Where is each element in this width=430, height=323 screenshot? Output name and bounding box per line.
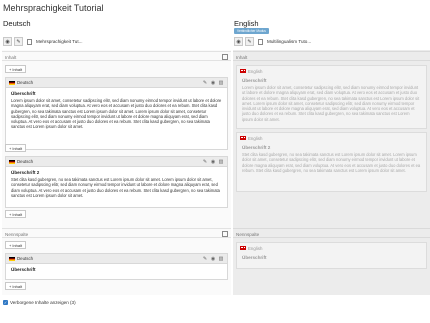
content-box-header: Deutsch ✎ ◉ ▥ [6, 157, 227, 167]
plus-icon: + [9, 283, 12, 289]
flag-de-icon [9, 159, 15, 164]
trash-icon[interactable]: ▥ [218, 159, 224, 165]
edit-icon[interactable]: ✎ [14, 37, 23, 46]
pencil-icon[interactable]: ✎ [202, 80, 208, 86]
content-heading: Überschrift [242, 255, 267, 260]
trash-icon[interactable]: ▥ [218, 80, 224, 86]
toolbar-en: ◉ ✎ Multilingualism Tuto... [234, 36, 311, 47]
section-head-inhalt: Inhalt [233, 51, 430, 61]
content-heading: Überschrift 2 [242, 145, 271, 150]
content-language: English [248, 68, 263, 74]
column-en: Inhalt English Überschrift Lorem ipsum d… [233, 50, 430, 295]
content-box[interactable]: Deutsch ✎ ◉ ▥ Überschrift [5, 253, 228, 280]
content-heading: Überschrift [11, 91, 36, 96]
edit-icon[interactable]: ✎ [245, 37, 254, 46]
plus-icon: + [9, 145, 12, 151]
flag-de-icon [9, 256, 15, 261]
translated-content-box[interactable]: English Überschrift 2 Stet clita kasd gu… [236, 132, 427, 192]
pencil-icon[interactable]: ✎ [202, 159, 208, 165]
toolbar-de: ◉ ✎ Mehrsprachigkeit Tut... [3, 36, 82, 47]
translated-content-box[interactable]: English Überschrift [236, 242, 427, 269]
content-box[interactable]: Deutsch ✎ ◉ ▥ Überschrift 2 Stet clita k… [5, 156, 228, 208]
add-content-button[interactable]: + Inhalt [5, 241, 27, 249]
content-language: Deutsch [17, 80, 34, 85]
add-content-button[interactable]: + Inhalt [5, 65, 27, 73]
content-language: English [248, 245, 263, 251]
section-head-nennspalte: Nennspalte [2, 228, 231, 238]
add-content-label: Inhalt [12, 145, 23, 151]
language-title-en: English [234, 19, 259, 28]
page-icon [258, 38, 263, 45]
content-box-header: Deutsch ✎ ◉ ▥ [6, 254, 227, 264]
content-language: Deutsch [17, 256, 34, 261]
pencil-icon[interactable]: ✎ [202, 256, 208, 262]
column-de: Inhalt + Inhalt Deutsch ✎ ◉ ▥ Überschrif… [2, 50, 231, 295]
flag-en-icon [240, 136, 246, 140]
translated-content-box[interactable]: English Überschrift Lorem ipsum dolor si… [236, 65, 427, 129]
add-content-label: Inhalt [12, 211, 23, 217]
flag-en-icon [240, 246, 246, 250]
content-text: Stet clita kasd gubergren, no sea takima… [242, 152, 421, 173]
content-language: Deutsch [17, 159, 34, 164]
plus-icon: + [9, 242, 12, 248]
section-label: Nennspalte [236, 232, 260, 237]
content-language: English [248, 135, 263, 141]
page-label-de[interactable]: Mehrsprachigkeit Tut... [36, 39, 82, 44]
show-hidden-label: Verborgene Inhalte anzeigen (3) [10, 300, 76, 305]
content-box-header: English [237, 133, 426, 143]
view-icon[interactable]: ◉ [3, 37, 12, 46]
show-hidden-toggle[interactable]: ✓ Verborgene Inhalte anzeigen (3) [3, 300, 76, 305]
add-content-button[interactable]: + Inhalt [5, 144, 27, 152]
section-head-nennspalte: Nennspalte [233, 228, 430, 238]
view-icon[interactable]: ◉ [234, 37, 243, 46]
section-label: Inhalt [236, 55, 248, 60]
mode-badge: Verbindlicher Modus [234, 28, 269, 34]
content-heading: Überschrift [242, 78, 267, 83]
grid-icon[interactable] [222, 54, 228, 60]
content-text: Lorem ipsum dolor sit amet, consetetur s… [242, 85, 420, 122]
content-heading: Überschrift 2 [11, 170, 40, 175]
section-label: Nennspalte [5, 232, 29, 237]
content-box-header: English [237, 66, 426, 76]
page-icon [27, 38, 32, 45]
eye-icon[interactable]: ◉ [210, 159, 216, 165]
flag-de-icon [9, 80, 15, 85]
content-box-header: Deutsch ✎ ◉ ▥ [6, 78, 227, 88]
section-label: Inhalt [5, 55, 17, 60]
page-title: Mehrsprachigkeit Tutorial [3, 3, 104, 13]
content-text: Stet clita kasd gubergren, no sea takima… [11, 177, 220, 198]
add-content-label: Inhalt [12, 242, 23, 248]
trash-icon[interactable]: ▥ [218, 256, 224, 262]
checkbox-checked-icon[interactable]: ✓ [3, 300, 8, 305]
content-text: Lorem ipsum dolor sit amet, consetetur s… [11, 98, 222, 130]
flag-en-icon [240, 69, 246, 73]
eye-icon[interactable]: ◉ [210, 256, 216, 262]
section-head-inhalt: Inhalt [2, 51, 231, 61]
add-content-label: Inhalt [12, 66, 23, 72]
add-content-button[interactable]: + Inhalt [5, 210, 27, 218]
content-box[interactable]: Deutsch ✎ ◉ ▥ Überschrift Lorem ipsum do… [5, 77, 228, 150]
content-box-header: English [237, 243, 426, 253]
add-content-label: Inhalt [12, 283, 23, 289]
add-content-button[interactable]: + Inhalt [5, 282, 27, 290]
page-label-en[interactable]: Multilingualism Tuto... [267, 39, 311, 44]
plus-icon: + [9, 211, 12, 217]
grid-icon[interactable] [222, 231, 228, 237]
language-title-de: Deutsch [3, 19, 31, 28]
content-heading: Überschrift [11, 267, 36, 272]
eye-icon[interactable]: ◉ [210, 80, 216, 86]
plus-icon: + [9, 66, 12, 72]
